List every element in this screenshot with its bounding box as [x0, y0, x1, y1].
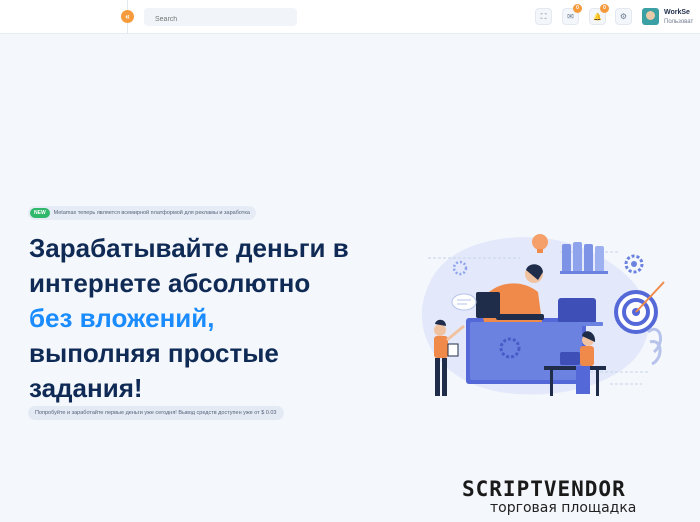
announcement-pill: NEW Metamax теперь является всемирной пл…	[28, 206, 256, 220]
fullscreen-icon: ⛶	[540, 12, 547, 21]
headline-line: интернете абсолютно	[29, 268, 311, 298]
headline-line: задания!	[29, 373, 143, 403]
user-name[interactable]: WorkSe	[664, 9, 690, 16]
notification-count-badge: 0	[600, 4, 609, 13]
search-input[interactable]	[144, 10, 297, 29]
bell-icon: 🔔	[593, 14, 602, 21]
collapse-sidebar-icon[interactable]: «	[121, 10, 134, 23]
search-box[interactable]	[144, 8, 297, 29]
headline-accent-line: без вложений,	[29, 303, 215, 333]
messages-button[interactable]: ✉ 0	[562, 4, 582, 25]
watermark-logo: SCRIPTVENDOR	[462, 477, 626, 501]
watermark-tagline: торговая площадка	[490, 500, 637, 516]
headline-line: Зарабатывайте деньги в	[29, 233, 349, 263]
headline-line: выполняя простые	[29, 338, 279, 368]
person-standing	[434, 324, 446, 336]
mail-icon: ✉	[567, 12, 574, 21]
announcement-text: Metamax теперь является всемирной платфо…	[53, 210, 250, 216]
settings-button[interactable]: ⚙	[615, 8, 632, 25]
books-icon	[562, 244, 571, 272]
lightbulb-icon	[532, 234, 548, 250]
speech-bubble	[451, 293, 477, 311]
user-role: Пользоват	[664, 19, 694, 25]
hero-note: Попробуйте и заработайте первые деньги у…	[28, 406, 284, 420]
notifications-button[interactable]: 🔔 0	[589, 4, 609, 25]
top-bar: « ⛶ ✉ 0 🔔 0 ⚙ WorkSe Пользоват	[0, 0, 700, 34]
hero-illustration	[421, 234, 665, 396]
plant	[647, 328, 663, 366]
laptop	[558, 298, 596, 324]
mail-count-badge: 0	[573, 4, 582, 13]
hero-headline: Зарабатывайте деньги в интернете абсолют…	[29, 231, 349, 406]
chart-screen	[476, 292, 500, 318]
new-badge: NEW	[30, 208, 50, 218]
avatar[interactable]	[642, 8, 659, 25]
gear-icon: ⚙	[619, 12, 628, 21]
fullscreen-button[interactable]: ⛶	[535, 8, 552, 25]
